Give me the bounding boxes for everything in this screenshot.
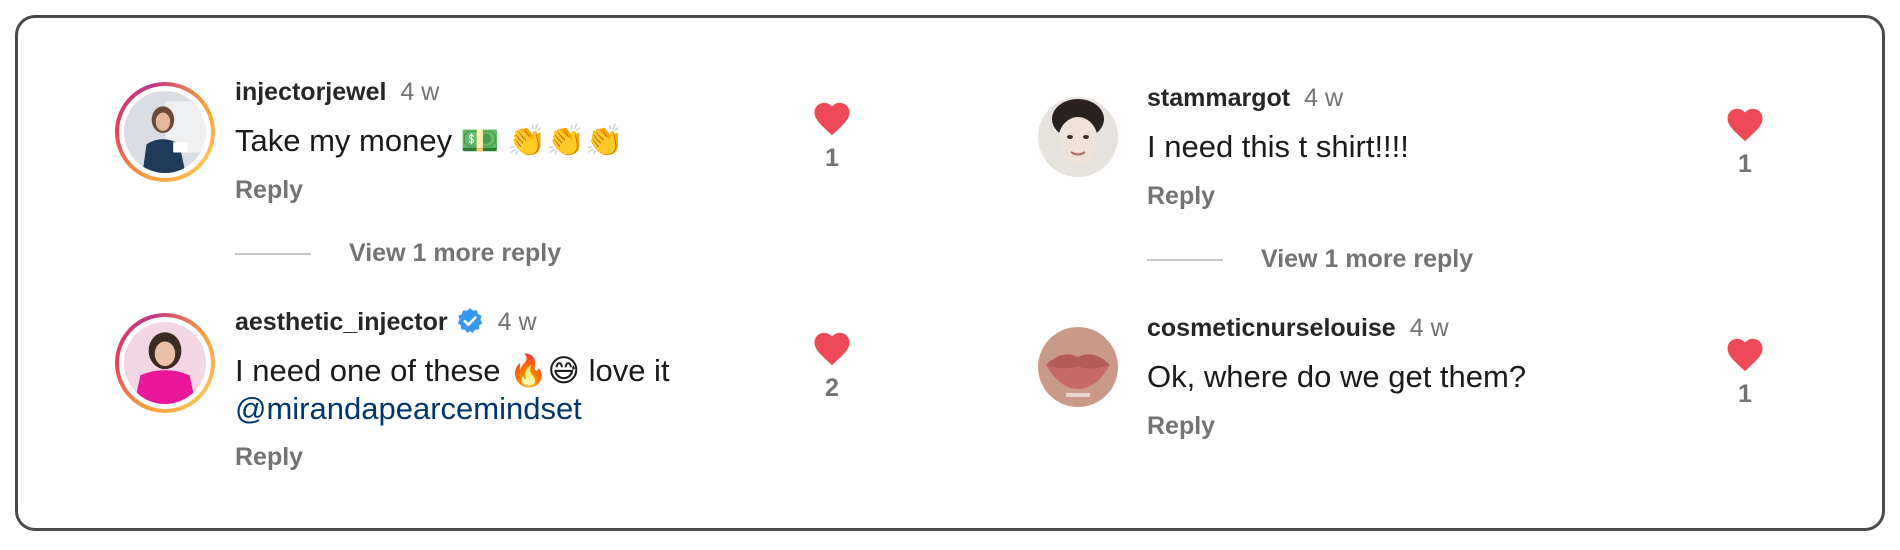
reply-button[interactable]: Reply — [1147, 412, 1215, 441]
like-block: 1 — [807, 100, 857, 173]
avatar-photo — [124, 91, 206, 173]
comment-text: I need one of these 🔥😅 love it — [235, 353, 670, 388]
divider-line — [1147, 258, 1223, 261]
comment-time: 4 w — [1409, 314, 1449, 342]
view-more-replies-label: View 1 more reply — [349, 239, 562, 267]
comment-time: 4 w — [1304, 84, 1343, 112]
reply-button[interactable]: Reply — [1147, 182, 1215, 211]
view-more-replies-button[interactable]: View 1 more reply — [235, 239, 561, 268]
like-count: 1 — [825, 144, 839, 172]
heart-icon[interactable] — [1725, 106, 1765, 142]
avatar[interactable] — [1028, 317, 1128, 417]
avatar-photo — [1038, 97, 1118, 177]
like-block: 1 — [1720, 336, 1770, 409]
heart-icon[interactable] — [812, 100, 852, 136]
heart-icon[interactable] — [812, 330, 852, 366]
like-count: 2 — [825, 374, 839, 402]
avatar-photo — [1038, 327, 1118, 407]
comment-username[interactable]: aesthetic_injector 4 w — [235, 307, 537, 337]
comment-time: 4 w — [400, 78, 440, 106]
comment-username[interactable]: stammargot 4 w — [1147, 84, 1343, 113]
like-block: 2 — [807, 330, 857, 403]
avatar[interactable] — [115, 82, 215, 182]
comment-username[interactable]: injectorjewel 4 w — [235, 78, 439, 107]
comment-text: Ok, where do we get them? — [1147, 359, 1527, 394]
mention-link[interactable]: @mirandapearcemindset — [235, 390, 582, 428]
comment-text: Take my money 💵 👏👏👏 — [235, 123, 624, 158]
avatar-photo — [124, 322, 206, 404]
comment-time: 4 w — [497, 308, 537, 336]
reply-button[interactable]: Reply — [235, 443, 303, 472]
verified-badge-icon — [457, 308, 482, 334]
like-count: 1 — [1738, 150, 1752, 178]
avatar[interactable] — [115, 313, 215, 413]
like-block: 1 — [1720, 106, 1770, 179]
avatar[interactable] — [1028, 87, 1128, 187]
comment-text: I need this t shirt!!!! — [1147, 129, 1409, 164]
view-more-replies-button[interactable]: View 1 more reply — [1147, 245, 1473, 274]
comment-username[interactable]: cosmeticnurselouise 4 w — [1147, 314, 1449, 343]
like-count: 1 — [1738, 380, 1752, 408]
heart-icon[interactable] — [1725, 336, 1765, 372]
reply-button[interactable]: Reply — [235, 176, 303, 205]
view-more-replies-label: View 1 more reply — [1261, 245, 1474, 273]
divider-line — [235, 252, 311, 255]
